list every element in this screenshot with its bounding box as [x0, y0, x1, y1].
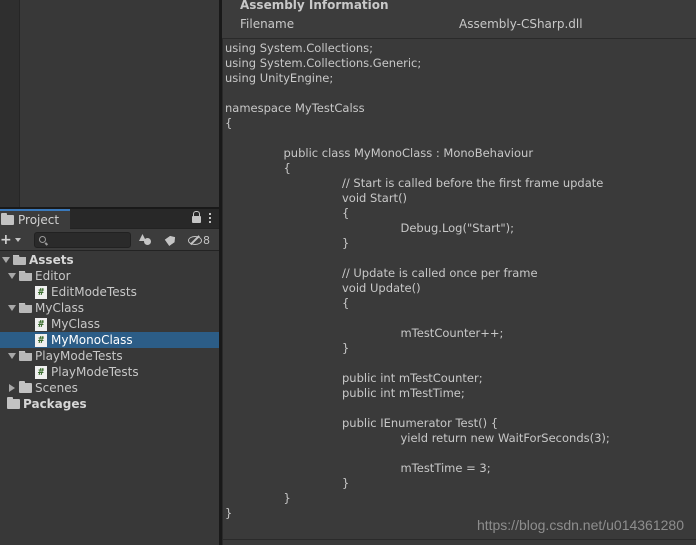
tab-project[interactable]: Project: [0, 209, 70, 229]
tree-row-mymonoclass[interactable]: MyMonoClass: [0, 332, 219, 348]
csharp-script-icon: [35, 365, 47, 379]
folder-open-icon: [19, 271, 32, 281]
tree-label: MyClass: [51, 317, 101, 331]
hierarchy-strip: [0, 0, 20, 207]
inspector-panel: Assembly Information Filename Assembly-C…: [222, 0, 696, 545]
csharp-script-icon: [35, 333, 47, 347]
tree-label: EditModeTests: [51, 285, 137, 299]
tree-label: Packages: [23, 397, 87, 411]
tree-row-myclass-script[interactable]: MyClass: [0, 316, 219, 332]
tree-label: MyMonoClass: [51, 333, 133, 347]
folder-open-icon: [19, 351, 32, 361]
chevron-down-icon: [14, 238, 21, 242]
divider: [223, 539, 696, 540]
script-preview[interactable]: using System.Collections; using System.C…: [222, 39, 696, 545]
tab-tools: [192, 211, 211, 224]
hierarchy-area: [0, 0, 219, 207]
expand-arrow-icon[interactable]: [8, 273, 16, 279]
more-options-icon[interactable]: [209, 213, 211, 223]
expand-arrow-icon[interactable]: [8, 353, 16, 359]
assembly-info-title: Assembly Information: [240, 0, 389, 12]
tree-row-editmodetests[interactable]: EditModeTests: [0, 284, 219, 300]
csharp-script-icon: [35, 285, 47, 299]
filename-label: Filename: [240, 17, 295, 31]
filename-value: Assembly-CSharp.dll: [459, 17, 583, 31]
project-panel: Project + 8 Assets Editor # EditModeTest…: [0, 209, 219, 545]
tree-label: Assets: [29, 253, 74, 267]
plus-icon: +: [0, 232, 12, 248]
folder-icon: [7, 397, 20, 409]
tree-label: MyClass: [35, 301, 85, 315]
create-button[interactable]: +: [0, 232, 24, 248]
project-tree: Assets Editor EditModeTests MyClass MyCl…: [0, 252, 219, 412]
tree-row-playmodetests-script[interactable]: PlayModeTests: [0, 364, 219, 380]
filter-by-label-icon[interactable]: [164, 233, 180, 247]
expand-arrow-icon[interactable]: [8, 305, 16, 311]
folder-open-icon: [19, 303, 32, 313]
search-icon: [39, 236, 46, 243]
tree-row-playmodetests-folder[interactable]: PlayModeTests: [0, 348, 219, 364]
tree-label: PlayModeTests: [35, 349, 123, 363]
filter-by-type-icon[interactable]: [138, 233, 154, 247]
tab-project-label: Project: [18, 213, 60, 227]
expand-arrow-icon[interactable]: [2, 257, 10, 263]
hidden-packages-toggle[interactable]: 8: [188, 232, 210, 248]
project-tab-bar: Project: [0, 209, 219, 229]
tree-row-assets[interactable]: Assets: [0, 252, 219, 268]
tree-label: Scenes: [35, 381, 78, 395]
lock-icon[interactable]: [192, 211, 201, 224]
csharp-script-icon: [35, 317, 47, 331]
search-input[interactable]: [49, 233, 129, 247]
tree-row-editor[interactable]: Editor: [0, 268, 219, 284]
collapse-arrow-icon[interactable]: [9, 384, 15, 392]
folder-icon: [1, 213, 14, 225]
tree-row-myclass-folder[interactable]: MyClass: [0, 300, 219, 316]
tree-label: Editor: [35, 269, 71, 283]
tree-row-scenes[interactable]: Scenes: [0, 380, 219, 396]
hidden-count: 8: [203, 233, 210, 247]
eye-slash-icon: [188, 235, 202, 245]
search-field[interactable]: [34, 232, 131, 248]
folder-open-icon: [13, 255, 26, 265]
watermark: https://blog.csdn.net/u014361280: [476, 517, 684, 533]
project-toolbar: + 8: [0, 229, 219, 251]
tree-label: PlayModeTests: [51, 365, 139, 379]
assembly-info-header: Assembly Information Filename Assembly-C…: [222, 0, 696, 39]
tree-row-packages[interactable]: Packages: [0, 396, 219, 412]
script-source-text: using System.Collections; using System.C…: [225, 41, 610, 520]
folder-icon: [19, 381, 32, 393]
